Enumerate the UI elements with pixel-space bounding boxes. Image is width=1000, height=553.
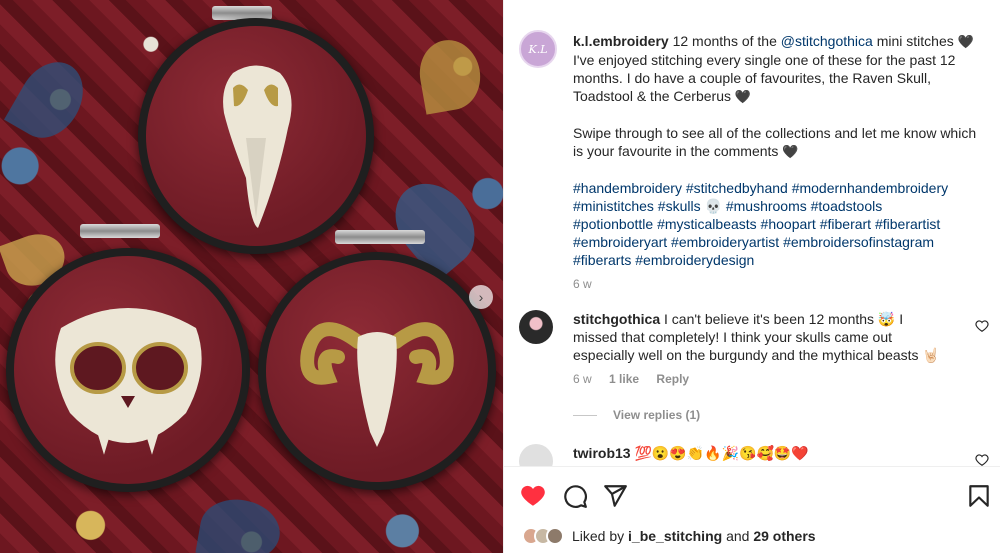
hashtags[interactable]: #embroideryart #embroideryartist #embroi… [573,234,934,250]
avatar[interactable]: K.L [519,30,557,68]
avatar [546,527,564,545]
post-view: › K.L k.l.embroidery 12 months of the @s… [0,0,1000,553]
caption-paragraph-2: Swipe through to see all of the collecti… [573,125,977,159]
like-outline-icon[interactable] [975,453,989,466]
caption-text: k.l.embroidery 12 months of the @stitchg… [573,32,983,293]
black-heart-emoji: 🖤 [782,144,799,159]
likes-count[interactable]: 29 others [753,528,815,544]
likes-text: Liked by i_be_stitching and 29 others [572,528,816,544]
comments-scroll-area[interactable]: K.L k.l.embroidery 12 months of the @sti… [504,0,1000,466]
black-heart-emoji: 🖤 [957,34,974,49]
paisley-pattern [4,50,96,150]
hashtags[interactable]: #mushrooms #toadstools [726,198,882,214]
cat-skull-embroidery [55,308,202,455]
hoop-ram-skull [258,252,496,490]
raven-skull-embroidery [223,65,292,228]
caption-body: I've enjoyed stitching every single one … [573,52,956,104]
comment-icon[interactable] [562,483,588,509]
post-photo[interactable]: › [0,0,503,553]
paisley-pattern [195,493,285,553]
comment-text: twirob13 💯😮😍👏🔥🎉😘🥰🤩❤️ [573,444,943,462]
like-outline-icon[interactable] [975,319,989,333]
caption-username[interactable]: k.l.embroidery [573,33,669,49]
hashtags[interactable]: #handembroidery #stitchedbyhand #modernh… [573,180,948,196]
hoop-raven-skull [138,18,374,254]
post-details-panel: K.L k.l.embroidery 12 months of the @sti… [503,0,1000,553]
comment-username[interactable]: twirob13 [573,445,631,461]
comment-time[interactable]: 6 w [573,372,592,386]
hoop-screw [80,224,160,238]
comment-username[interactable]: stitchgothica [573,311,660,327]
hashtags[interactable]: #ministitches #skulls [573,198,701,214]
ram-skull-embroidery [300,322,454,447]
hoop-screw [335,230,425,244]
bookmark-icon[interactable] [966,483,992,509]
skull-emoji: 💀 [704,198,722,214]
hashtags[interactable]: #fiberarts #embroiderydesign [573,252,754,268]
black-heart-emoji: 🖤 [734,89,752,104]
avatar[interactable] [519,310,553,344]
liked-by-user[interactable]: i_be_stitching [628,528,722,544]
caption-timestamp[interactable]: 6 w [573,275,983,293]
share-icon[interactable] [602,483,628,509]
next-arrow-icon[interactable]: › [469,285,493,309]
hoop-cat-skull [6,248,250,492]
caption-intro-end: mini stitches [872,33,954,49]
comment-meta: 6 w 1 like Reply [573,372,703,386]
divider [573,414,597,416]
likes-summary[interactable]: Liked by i_be_stitching and 29 others [522,527,816,545]
comment-body: 💯😮😍👏🔥🎉😘🥰🤩❤️ [634,445,809,461]
paisley-pattern [414,35,486,115]
comment-likes[interactable]: 1 like [609,372,639,386]
view-replies-button[interactable]: View replies (1) [573,408,700,422]
mention-link[interactable]: @stitchgothica [781,33,873,49]
reply-button[interactable]: Reply [656,372,689,386]
heart-filled-icon[interactable] [520,483,546,509]
comment-text: stitchgothica I can't believe it's been … [573,310,943,364]
hashtags[interactable]: #potionbottle #mysticalbeasts #hoopart #… [573,216,940,232]
view-replies-label: View replies (1) [613,408,701,422]
avatar[interactable] [519,444,553,466]
actions-bar: Liked by i_be_stitching and 29 others [504,466,1000,553]
caption-intro: 12 months of the [668,33,781,49]
